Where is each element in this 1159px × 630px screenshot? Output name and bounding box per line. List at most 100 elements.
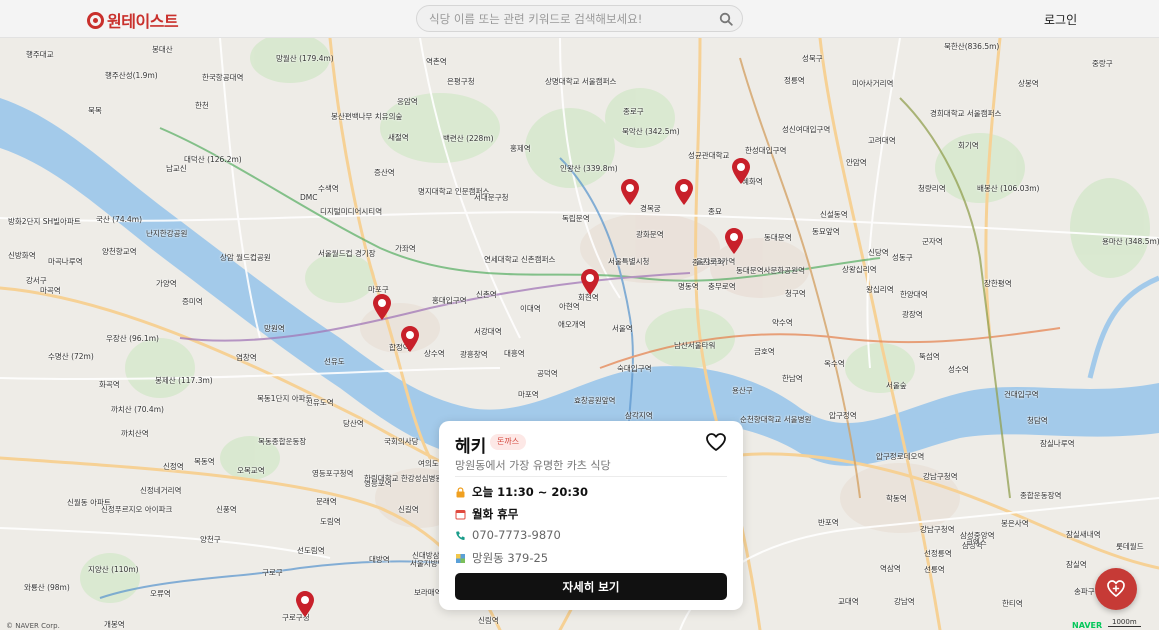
map-icon	[456, 553, 465, 563]
address-row: 망원동 379-25	[455, 550, 548, 566]
map-label: 성신여대입구역	[782, 125, 831, 134]
map-label: 신풍역	[216, 505, 237, 514]
map-label: 백련산 (228m)	[443, 134, 494, 143]
map-label: 화곡역	[99, 380, 120, 389]
map-label: 한남역	[782, 374, 803, 383]
map-label: 증미역	[182, 297, 203, 306]
login-button[interactable]: 로그인	[1044, 11, 1077, 28]
map-label: 구로구	[262, 568, 283, 577]
map-label: 장한평역	[984, 279, 1012, 288]
map-label: 까치산역	[121, 429, 149, 438]
map-label: 성균관대학교	[688, 151, 730, 160]
map-label: 마곡역	[40, 286, 61, 295]
favorite-heart-icon[interactable]	[705, 432, 727, 452]
map-label: 서울역	[612, 324, 633, 333]
map-label: 공덕역	[537, 369, 558, 378]
map-label: 신방화역	[8, 251, 36, 260]
map-label: 양천구	[200, 535, 221, 544]
map-label: 상명대학교 서울캠퍼스	[545, 77, 617, 86]
map-label: 까치산 (70.4m)	[111, 405, 164, 414]
map-label: 서강대역	[474, 327, 502, 336]
map-label: 미아사거리역	[852, 79, 894, 88]
map-label: 동묘앞역	[812, 227, 840, 236]
map-label: 와룡산 (98m)	[24, 583, 70, 592]
map-label: 남산서울타워	[674, 341, 716, 350]
restaurant-pin[interactable]	[725, 228, 743, 254]
restaurant-pin[interactable]	[621, 179, 639, 205]
search-icon[interactable]	[719, 12, 733, 26]
map-label: 반포역	[818, 518, 839, 527]
map-label: 배봉산 (106.03m)	[977, 184, 1040, 193]
hours-text: 오늘 11:30 ~ 20:30	[472, 485, 589, 499]
map-label: 건대입구역	[1004, 390, 1039, 399]
restaurant-pin[interactable]	[581, 269, 599, 295]
restaurant-pin[interactable]	[675, 179, 693, 205]
map-label: 신정네거리역	[140, 486, 182, 495]
closed-day-row: 월화 휴무	[455, 506, 518, 522]
map-label: 충무로역	[708, 282, 736, 291]
map-label: 순천향대학교 서울병원	[740, 415, 812, 424]
map-label: 상수역	[424, 349, 445, 358]
naver-logo: NAVER	[1072, 621, 1103, 630]
phone-icon	[456, 531, 465, 540]
map-label: 대덕산 (126.2m)	[184, 155, 242, 164]
map-label: 신길역	[398, 505, 419, 514]
map-label: 오류역	[150, 589, 171, 598]
map-label: 목동1단지 아파트	[257, 394, 313, 403]
brand-logo[interactable]: 원테이스트	[87, 8, 179, 32]
map-label: 망월산 (179.4m)	[276, 54, 334, 63]
lock-icon	[456, 486, 465, 497]
restaurant-pin[interactable]	[296, 591, 314, 617]
map-label: 대흥역	[504, 349, 525, 358]
map-label: 을지로3가역	[696, 257, 736, 266]
restaurant-description: 망원동에서 가장 유명한 카츠 식당	[455, 459, 611, 472]
map-label: 왕십리역	[866, 285, 894, 294]
view-details-button[interactable]: 자세히 보기	[455, 573, 727, 600]
restaurant-pin[interactable]	[401, 326, 419, 352]
map-label: 강남구청역	[923, 472, 958, 481]
search-input[interactable]	[429, 10, 719, 28]
map-label: 북악산 (342.5m)	[622, 127, 680, 136]
brand-name: 원테이스트	[107, 12, 179, 31]
map-label: 북한산(836.5m)	[944, 42, 1000, 51]
map-label: 동대문역	[764, 233, 792, 242]
map-label: 압구정로데오역	[876, 452, 925, 461]
category-tag: 돈까스	[490, 434, 527, 450]
map-label: 효창공원앞역	[574, 396, 616, 405]
map-label: 용산구	[732, 386, 753, 395]
map-label: 광흥창역	[460, 350, 488, 359]
top-header: 원테이스트 로그인	[0, 0, 1159, 38]
map-label: 서대문구청	[474, 193, 509, 202]
map-label: DMC	[300, 193, 318, 202]
card-divider	[455, 476, 727, 477]
map-label: 한국항공대역	[202, 73, 244, 82]
map-label: 고려대역	[868, 136, 896, 145]
phone-text[interactable]: 070-7773-9870	[472, 528, 561, 542]
map-label: 국산 (74.4m)	[96, 215, 143, 224]
restaurant-pin[interactable]	[373, 294, 391, 320]
closed-day-text: 월화 휴무	[472, 507, 519, 521]
map-label: 안암역	[846, 158, 867, 167]
map-label: 인왕산 (339.8m)	[560, 164, 618, 173]
map-label: 종묘	[708, 207, 722, 216]
map-label: 봉대산	[152, 45, 173, 54]
map-label: 삼각지역	[625, 411, 653, 420]
map-label: 마곡나루역	[48, 257, 83, 266]
favorites-fab-button[interactable]	[1095, 568, 1137, 610]
map-label: 증산역	[374, 168, 395, 177]
map-label: 잠실역	[1066, 560, 1087, 569]
restaurant-pin[interactable]	[732, 158, 750, 184]
map-label: 서울특별시청	[608, 257, 650, 266]
map-label: 종로구	[623, 107, 644, 116]
map-label: 염창역	[236, 353, 257, 362]
map-label: 상왕십리역	[842, 265, 877, 274]
heart-plus-icon	[1107, 580, 1125, 597]
map-label: 롯데월드	[1116, 542, 1144, 551]
map-label: 한천	[195, 101, 209, 110]
map-label: 상암 월드컵공원	[220, 253, 271, 262]
map-label: 약수역	[772, 318, 793, 327]
map-label: 서울숲	[886, 381, 907, 390]
logo-icon	[87, 11, 104, 29]
map-label: 압구정역	[829, 411, 857, 420]
map-scale: 1000m	[1108, 618, 1141, 627]
